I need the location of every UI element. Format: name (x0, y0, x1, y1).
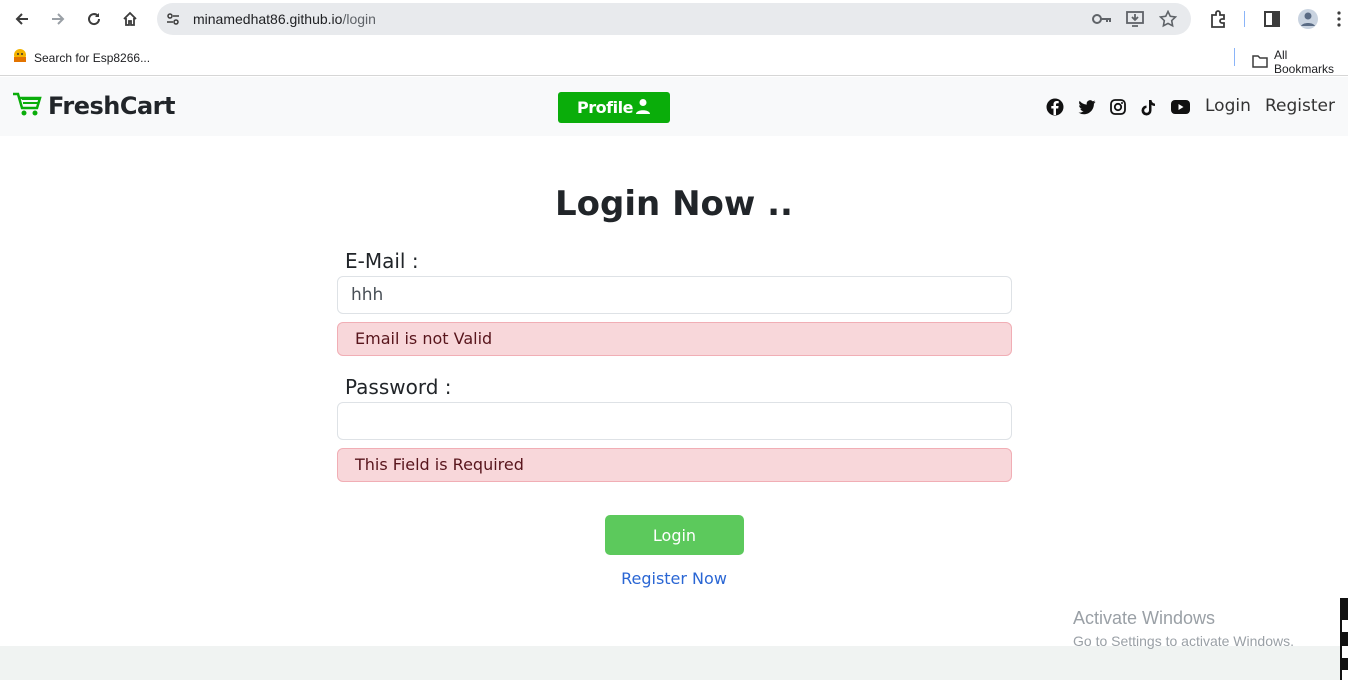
install-app-icon[interactable] (1125, 9, 1145, 29)
password-error-alert: This Field is Required (337, 448, 1012, 482)
edge-widget (1340, 598, 1348, 680)
brand-logo[interactable]: FreshCart (12, 91, 175, 121)
shopping-cart-icon (12, 91, 42, 121)
avatar[interactable] (1297, 8, 1319, 30)
register-now-text[interactable]: Register Now (621, 569, 727, 588)
activate-windows-subtitle: Go to Settings to activate Windows. (1073, 633, 1294, 649)
browser-toolbar: minamedhat86.github.io/login (0, 0, 1348, 38)
page-footer (0, 646, 1348, 680)
register-now-link: Register Now (0, 569, 1348, 588)
profile-label: Profile (577, 98, 633, 117)
bookmarks-divider (1234, 48, 1235, 66)
login-button[interactable]: Login (605, 515, 744, 555)
facebook-icon[interactable] (1045, 97, 1065, 117)
login-page: Login Now .. E-Mail : hhh Email is not V… (0, 136, 1348, 646)
password-key-icon[interactable] (1092, 9, 1112, 29)
user-icon (635, 98, 651, 118)
brand-name: FreshCart (48, 92, 175, 120)
nav-login-link[interactable]: Login (1205, 96, 1251, 116)
side-panel-icon[interactable] (1261, 8, 1283, 30)
site-navbar: FreshCart Profile Login Register (0, 77, 1348, 136)
tiktok-icon[interactable] (1138, 97, 1158, 117)
address-bar[interactable]: minamedhat86.github.io/login (157, 3, 1191, 35)
toolbar-divider (1244, 11, 1245, 27)
nav-register-link[interactable]: Register (1265, 96, 1335, 116)
back-icon[interactable] (10, 7, 34, 31)
password-label: Password : (345, 375, 452, 399)
profile-button[interactable]: Profile (558, 92, 670, 123)
forward-icon[interactable] (46, 7, 70, 31)
all-bookmarks[interactable]: All Bookmarks (1252, 48, 1348, 76)
twitter-icon[interactable] (1077, 97, 1097, 117)
bookmarks-bar: Search for Esp8266... All Bookmarks (0, 38, 1348, 76)
bookmark-favicon-icon (12, 48, 28, 67)
all-bookmarks-label: All Bookmarks (1274, 48, 1335, 76)
url-text: minamedhat86.github.io/login (193, 11, 376, 27)
bookmark-star-icon[interactable] (1158, 9, 1178, 29)
youtube-icon[interactable] (1170, 97, 1190, 117)
activate-windows-title: Activate Windows (1073, 608, 1216, 628)
email-error-alert: Email is not Valid (337, 322, 1012, 356)
site-info-icon[interactable] (165, 11, 181, 27)
browser-menu-icon[interactable] (1333, 8, 1345, 30)
bookmark-item[interactable]: Search for Esp8266... (12, 48, 150, 67)
page-title: Login Now .. (555, 184, 793, 224)
folder-icon (1252, 54, 1268, 71)
extensions-icon[interactable] (1207, 8, 1229, 30)
password-field[interactable] (337, 402, 1012, 440)
email-label: E-Mail : (345, 249, 419, 273)
email-field[interactable]: hhh (337, 276, 1012, 314)
reload-icon[interactable] (82, 7, 106, 31)
home-icon[interactable] (118, 7, 142, 31)
instagram-icon[interactable] (1108, 97, 1128, 117)
bookmark-label: Search for Esp8266... (34, 50, 151, 65)
